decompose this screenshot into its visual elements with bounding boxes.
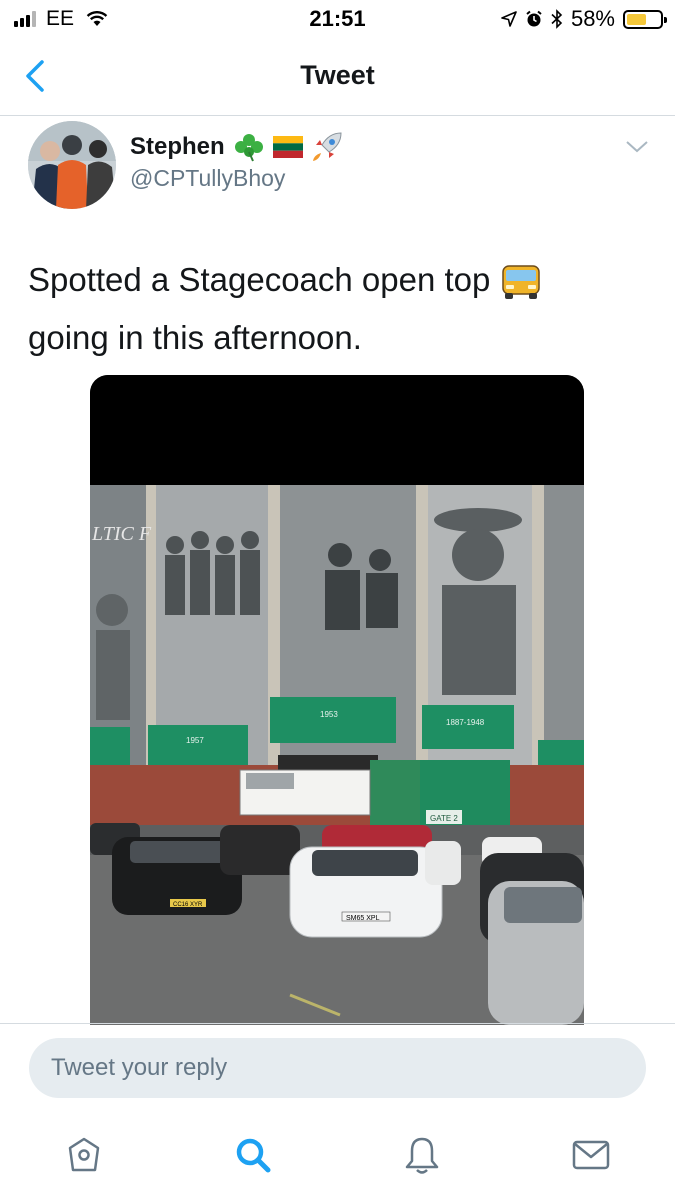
banner-letters: LTIC F bbox=[91, 523, 152, 545]
plate-black-car: CC16 XYR bbox=[173, 902, 203, 908]
avatar-photo bbox=[28, 121, 116, 209]
tweet-text-line2: going in this afternoon. bbox=[28, 319, 362, 356]
banner-text-1957: 1957 bbox=[186, 736, 204, 745]
banner-text-1953: 1953 bbox=[320, 710, 338, 719]
chevron-down-icon[interactable] bbox=[625, 139, 649, 155]
alarm-icon bbox=[526, 10, 542, 27]
bus-icon bbox=[501, 265, 540, 300]
tweet-text: Spotted a Stagecoach open top going in t… bbox=[28, 251, 638, 367]
bluetooth-icon bbox=[551, 9, 563, 29]
shamrock-icon bbox=[234, 134, 263, 162]
messages-icon[interactable] bbox=[571, 1134, 611, 1176]
rocket-icon bbox=[312, 132, 342, 161]
tweet-photo[interactable]: 1953 1957 1887-1948 LTIC F GATE 2 CC16 X… bbox=[90, 375, 584, 1025]
reply-input[interactable] bbox=[29, 1038, 646, 1098]
plate-white-car: SM65 XPL bbox=[346, 915, 380, 922]
battery-percent: 58% bbox=[570, 6, 615, 31]
banner-text-1887: 1887-1948 bbox=[446, 718, 485, 727]
avatar[interactable] bbox=[28, 121, 116, 209]
status-right: 58% bbox=[501, 6, 667, 32]
battery-icon bbox=[623, 9, 667, 29]
home-icon[interactable] bbox=[64, 1134, 104, 1176]
status-bar: EE 21:51 58% bbox=[0, 0, 675, 38]
battery-fill bbox=[627, 13, 646, 25]
tweet-text-line1: Spotted a Stagecoach open top bbox=[28, 261, 491, 298]
stadium-photo: 1953 1957 1887-1948 LTIC F GATE 2 CC16 X… bbox=[90, 375, 584, 1025]
author-name-row: Stephen bbox=[130, 131, 343, 163]
gate-sign: GATE 2 bbox=[430, 814, 458, 823]
author-handle[interactable]: @CPTullyBhoy bbox=[130, 165, 285, 192]
author-name[interactable]: Stephen bbox=[130, 133, 225, 161]
search-icon[interactable] bbox=[233, 1134, 273, 1176]
page-title: Tweet bbox=[300, 60, 375, 90]
location-icon bbox=[501, 11, 517, 27]
lithuania-flag-icon bbox=[272, 136, 303, 158]
nav-bar: Tweet bbox=[0, 38, 675, 116]
tab-bar bbox=[0, 1120, 675, 1200]
notifications-icon[interactable] bbox=[402, 1134, 442, 1176]
reply-divider bbox=[0, 1023, 675, 1024]
